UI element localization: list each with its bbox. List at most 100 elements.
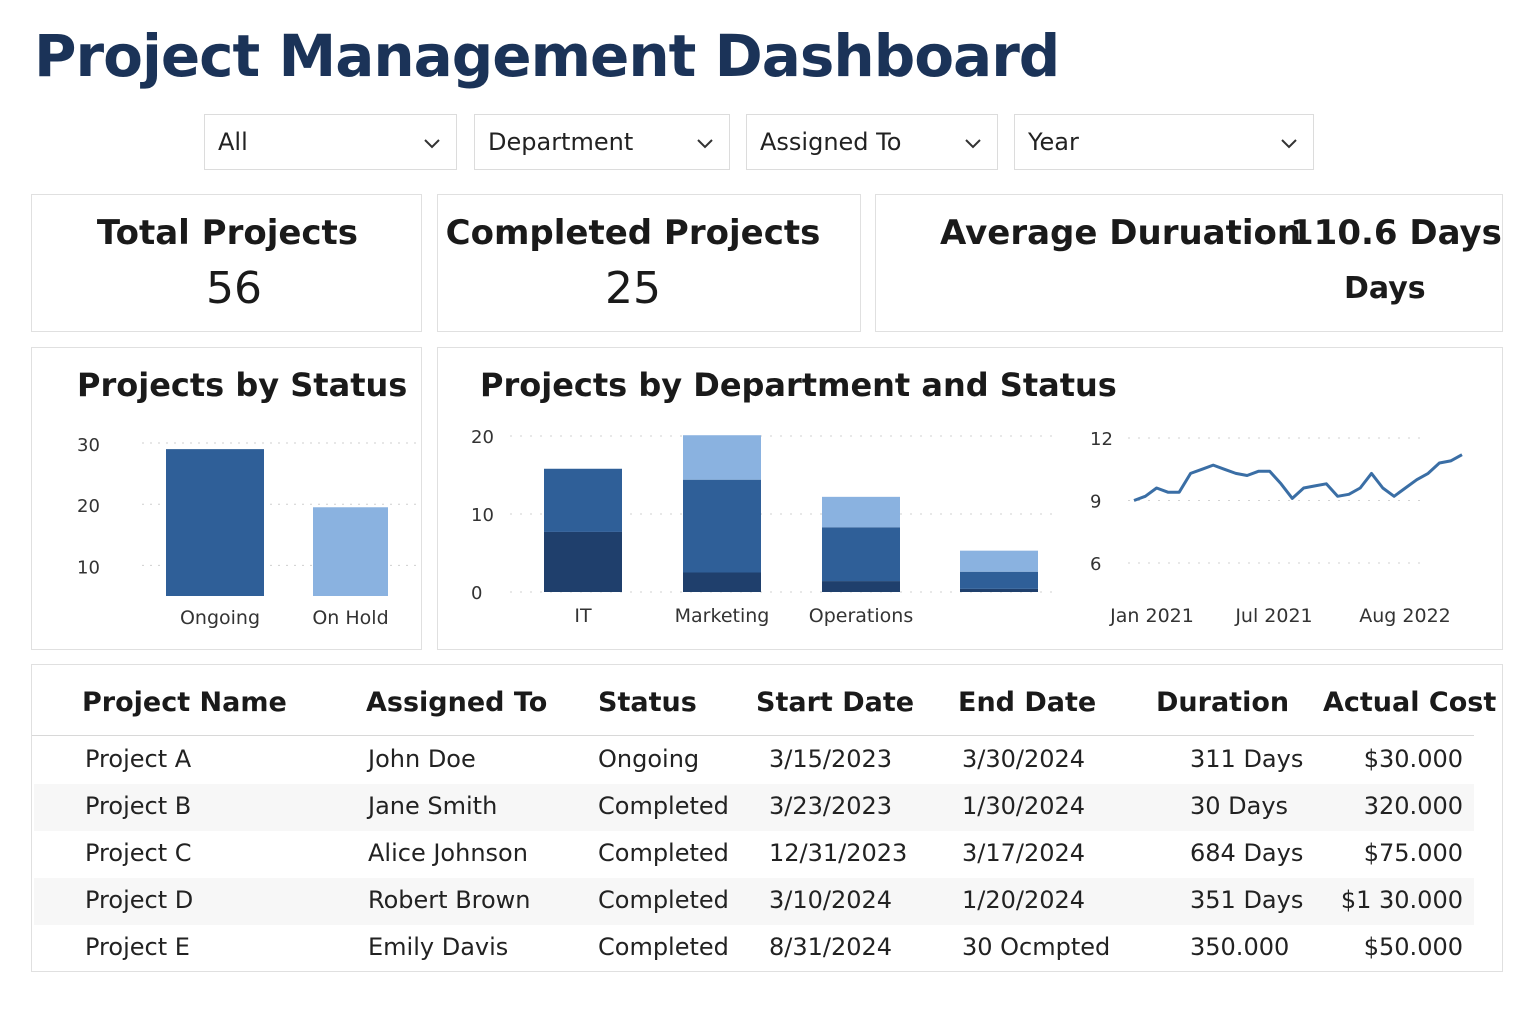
table-cell: Completed [598, 933, 729, 961]
bar-ongoing [166, 449, 264, 596]
chevron-down-icon [697, 139, 713, 149]
kpi-completed-label: Completed Projects [445, 213, 821, 253]
table-cell: 30 Ocmpted [962, 933, 1111, 961]
column-header[interactable]: Assigned To [366, 687, 547, 718]
table-cell: Robert Brown [368, 886, 531, 914]
y-tick-label: 0 [471, 583, 482, 604]
kpi-total-label: Total Projects [96, 213, 359, 253]
kpi-card-average-duration: Average Duruation 110.6 Days Days [875, 194, 1503, 332]
column-header[interactable]: End Date [958, 687, 1096, 718]
y-tick-label: 9 [1090, 492, 1101, 513]
filter-assigned-to-dropdown[interactable]: Assigned To [746, 114, 998, 170]
table-cell: Project B [85, 792, 192, 820]
table-row[interactable]: Project A John Doe Ongoing 3/15/2023 3/30/20… [34, 737, 1474, 784]
table-cell: 3/23/2023 [769, 792, 893, 820]
table-cell: 1/30/2024 [962, 792, 1086, 820]
kpi-average-unit: Days [1344, 271, 1426, 306]
table-cell: Project D [85, 886, 194, 914]
stacked-bar-segment [544, 468, 622, 532]
x-tick-label: Ongoing [180, 607, 260, 629]
kpi-total-value: 56 [206, 263, 262, 314]
filter-all-dropdown[interactable]: All [204, 114, 457, 170]
x-tick-label: Jan 2021 [1109, 605, 1194, 627]
table-cell: 3/15/2023 [769, 745, 893, 773]
chart-projects-by-department: 20 10 0 IT Marketing Operations 12 9 6 Jan 2021 Ju… [471, 427, 1463, 627]
bar-on-hold [313, 507, 388, 596]
y-tick-label: 6 [1090, 554, 1101, 575]
column-header[interactable]: Actual Cost [1323, 687, 1496, 718]
table-row[interactable]: Project C Alice Johnson Completed 12/31/202… [34, 831, 1474, 878]
table-header-divider [32, 735, 1474, 736]
table-row[interactable]: Project E Emily Davis Completed 8/31/2024 30… [34, 925, 1474, 972]
table-cell: Jane Smith [368, 792, 498, 820]
column-header[interactable]: Project Name [82, 687, 287, 718]
chevron-down-icon [1281, 139, 1297, 149]
filter-year-label: Year [1028, 128, 1079, 156]
table-cell: 684 Days [1190, 839, 1304, 867]
stacked-bar-segment [544, 531, 622, 592]
table-cell: Project C [85, 839, 192, 867]
x-tick-label: On Hold [312, 607, 388, 629]
filter-bar: All Department Assigned To Year [0, 114, 1536, 172]
y-tick-label: 10 [471, 505, 494, 526]
y-tick-label: 30 [77, 435, 100, 456]
table-cell: Emily Davis [368, 933, 509, 961]
y-tick-label: 12 [1090, 429, 1113, 450]
table-cell: Project E [85, 933, 190, 961]
table-cell: Ongoing [598, 745, 700, 773]
page-title: Project Management Dashboard [34, 22, 1060, 90]
kpi-card-completed-projects: Completed Projects 25 [437, 194, 861, 332]
kpi-completed-value: 25 [605, 263, 661, 314]
kpi-average-value: 110.6 Days [1290, 213, 1502, 253]
x-tick-label: Aug 2022 [1359, 605, 1451, 627]
table-cell: 30 Days [1190, 792, 1289, 820]
table-cell: 3/30/2024 [962, 745, 1086, 773]
column-header[interactable]: Duration [1156, 687, 1289, 718]
kpi-average-label: Average Duruation [940, 213, 1302, 253]
table-cell: $75.000 [1363, 839, 1463, 867]
series-line [1133, 453, 1463, 502]
table-cell: 311 Days [1190, 745, 1304, 773]
filter-department-dropdown[interactable]: Department [474, 114, 730, 170]
filter-assigned-to-label: Assigned To [760, 128, 902, 156]
table-cell: 320.000 [1363, 792, 1463, 820]
x-tick-label: Jul 2021 [1234, 605, 1312, 627]
projects-table: Project Name Assigned To Status Start Date E… [31, 664, 1503, 972]
filter-year-dropdown[interactable]: Year [1014, 114, 1314, 170]
table-cell: 8/31/2024 [769, 933, 893, 961]
table-row[interactable]: Project B Jane Smith Completed 3/23/2023 1/3… [34, 784, 1474, 831]
table-cell: 3/17/2024 [962, 839, 1086, 867]
stacked-bar-segment [683, 572, 761, 592]
filter-department-label: Department [488, 128, 634, 156]
table-cell: 350.000 [1190, 933, 1290, 961]
table-cell: John Doe [368, 745, 476, 773]
table-cell: Alice Johnson [368, 839, 528, 867]
table-cell: Completed [598, 839, 729, 867]
stacked-bar-segment [960, 588, 1038, 592]
table-cell: $50.000 [1363, 933, 1463, 961]
table-cell: $1 30.000 [1340, 886, 1463, 914]
column-header[interactable]: Status [598, 687, 697, 718]
chart-card-projects-by-status: Projects by Status 30 20 10 Ongoing On Hold [31, 347, 422, 650]
table-row[interactable]: Project D Robert Brown Completed 3/10/2024 1… [34, 878, 1474, 925]
filter-all-label: All [218, 128, 248, 156]
x-tick-label: IT [574, 605, 592, 627]
table-cell: Completed [598, 886, 729, 914]
stacked-bar-segment [822, 581, 900, 592]
stacked-bar-segment [683, 435, 761, 480]
y-tick-label: 20 [471, 427, 494, 448]
stacked-bar-segment [683, 479, 761, 573]
chevron-down-icon [965, 139, 981, 149]
column-header[interactable]: Start Date [756, 687, 914, 718]
table-cell: 3/10/2024 [769, 886, 893, 914]
stacked-bar-segment [960, 550, 1038, 572]
table-cell: $30.000 [1363, 745, 1463, 773]
table-cell: 351 Days [1190, 886, 1304, 914]
table-cell: 12/31/2023 [769, 839, 908, 867]
x-tick-label: Operations [809, 605, 913, 627]
kpi-card-total-projects: Total Projects 56 [31, 194, 422, 332]
y-tick-label: 20 [77, 496, 100, 517]
chart-projects-by-status: 30 20 10 Ongoing On Hold [77, 435, 421, 629]
table-cell: Project A [85, 745, 192, 773]
stacked-bar-segment [960, 571, 1038, 589]
